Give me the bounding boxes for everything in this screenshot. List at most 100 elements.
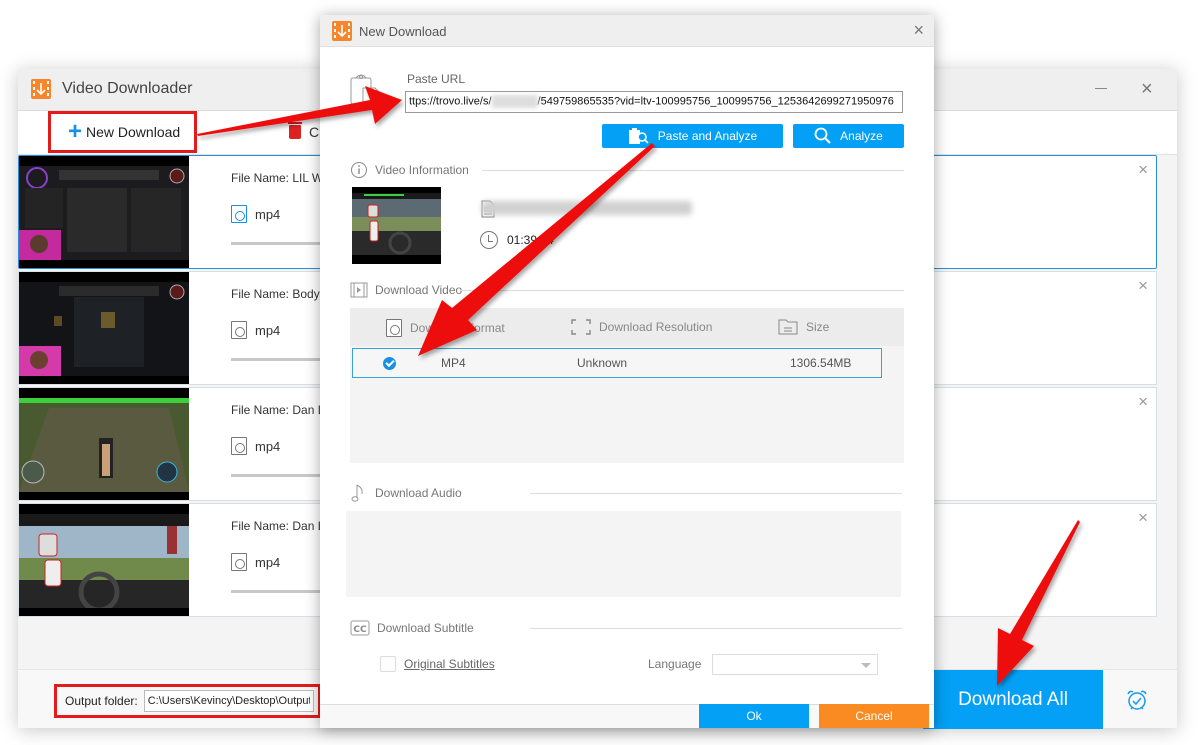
svg-text:CC: CC: [353, 625, 367, 635]
section-divider: [460, 290, 904, 291]
progress-bar: [231, 590, 331, 593]
download-video-label: Download Video: [375, 283, 463, 297]
download-audio-header: Download Audio: [350, 483, 462, 503]
row-format: MP4: [441, 356, 466, 370]
video-thumbnail: [19, 156, 189, 268]
video-preview-thumbnail: [352, 187, 441, 264]
new-download-button[interactable]: + New Download: [68, 118, 181, 145]
window-close-button[interactable]: ×: [1141, 79, 1157, 99]
section-divider: [482, 170, 904, 171]
dialog-close-button[interactable]: ×: [913, 20, 924, 41]
paste-url-label: Paste URL: [407, 72, 466, 86]
section-divider: [530, 493, 902, 494]
app-logo-icon: [31, 79, 51, 99]
format-label: mp4: [255, 322, 281, 338]
original-subtitles-checkbox[interactable]: [380, 656, 396, 672]
video-format-table: Download Format Download Resolution Size…: [350, 308, 904, 463]
format-info: mp4: [231, 205, 280, 223]
url-suffix: /549759865535?vid=ltv-100995756_10099575…: [537, 95, 894, 108]
file-name: File Name: LIL W: [231, 171, 324, 185]
app-logo-icon: [332, 21, 352, 41]
original-subtitles-link[interactable]: Original Subtitles: [404, 657, 495, 671]
url-prefix: ttps://trovo.live/s/: [409, 95, 492, 108]
video-thumbnail: [19, 504, 189, 616]
format-label: mp4: [255, 554, 281, 570]
video-file-icon: [231, 321, 247, 339]
film-icon: [350, 282, 368, 298]
file-name: File Name: Bodyc: [231, 287, 326, 301]
column-size: Size: [778, 319, 829, 335]
video-information-label: Video Information: [375, 163, 469, 177]
audio-format-list: [346, 511, 901, 597]
paste-and-analyze-label: Paste and Analyze: [657, 129, 758, 143]
app-title: Video Downloader: [62, 80, 193, 97]
table-row[interactable]: MP4 Unknown 1306.54MB: [352, 348, 882, 378]
format-info: mp4: [231, 553, 280, 571]
search-icon: [814, 127, 831, 144]
remove-item-button[interactable]: ×: [1138, 277, 1148, 294]
plus-icon: +: [68, 118, 83, 145]
selected-check-icon[interactable]: [383, 357, 396, 370]
new-download-label: New Download: [86, 124, 181, 140]
format-info: mp4: [231, 437, 280, 455]
remove-item-button[interactable]: ×: [1138, 393, 1148, 410]
size-folder-icon: [778, 319, 798, 335]
video-file-icon: [231, 553, 247, 571]
info-icon: [351, 162, 367, 178]
remove-item-button[interactable]: ×: [1138, 509, 1148, 526]
analyze-label: Analyze: [840, 129, 883, 143]
video-file-icon: [231, 437, 247, 455]
new-download-dialog: New Download × Paste URL ttps://trovo.li…: [320, 15, 934, 728]
resolution-icon: [571, 319, 591, 335]
cancel-button[interactable]: Cancel: [819, 704, 929, 728]
video-title-redacted: [482, 201, 692, 215]
download-subtitle-label: Download Subtitle: [377, 621, 474, 635]
cc-icon: CC: [350, 620, 370, 636]
language-label: Language: [648, 657, 702, 671]
video-thumbnail: [19, 388, 189, 500]
download-video-header: Download Video: [350, 281, 462, 299]
progress-bar: [231, 242, 331, 245]
progress-bar: [231, 358, 331, 361]
clipboard-paste-icon: [350, 74, 380, 106]
redacted-segment: [491, 95, 538, 108]
clock-icon: [480, 231, 498, 249]
file-name: File Name: Dan L: [231, 403, 325, 417]
paste-and-analyze-button[interactable]: Paste and Analyze: [602, 124, 783, 148]
column-format: Download Format: [386, 319, 505, 337]
ok-button[interactable]: Ok: [699, 704, 809, 728]
minimize-button[interactable]: [1093, 81, 1109, 97]
dialog-title-bar: New Download ×: [320, 15, 934, 47]
format-label: mp4: [255, 206, 281, 222]
download-audio-label: Download Audio: [375, 486, 462, 500]
table-header: Download Format Download Resolution Size: [350, 308, 904, 346]
download-all-button[interactable]: Download All: [923, 670, 1103, 729]
url-input[interactable]: ttps://trovo.live/s/ /549759865535?vid=lt…: [405, 91, 903, 113]
analyze-button[interactable]: Analyze: [793, 124, 904, 148]
video-thumbnail: [19, 272, 189, 384]
alarm-clock-icon[interactable]: [1125, 688, 1149, 712]
output-folder-input[interactable]: [143, 690, 314, 712]
format-label: mp4: [255, 438, 281, 454]
format-info: mp4: [231, 321, 280, 339]
trash-icon: [288, 122, 302, 139]
video-information-header: Video Information: [350, 161, 469, 179]
download-subtitle-header: CC Download Subtitle: [350, 619, 474, 637]
language-select[interactable]: [712, 654, 878, 675]
remove-item-button[interactable]: ×: [1138, 161, 1148, 178]
output-folder-label: Output folder:: [65, 694, 138, 708]
progress-bar: [231, 474, 331, 477]
music-note-icon: [351, 484, 363, 502]
video-duration: 01:39:44: [507, 233, 554, 247]
paste-search-icon: [628, 128, 649, 144]
clear-button[interactable]: C: [288, 122, 320, 140]
clear-label: C: [309, 124, 320, 140]
file-name: File Name: Dan L: [231, 519, 325, 533]
video-file-icon: [231, 205, 247, 223]
output-folder-group: Output folder:: [54, 684, 321, 718]
format-icon: [386, 319, 402, 337]
section-divider: [530, 628, 902, 629]
row-size: 1306.54MB: [790, 356, 852, 370]
column-resolution: Download Resolution: [571, 319, 712, 335]
row-resolution: Unknown: [577, 356, 628, 370]
